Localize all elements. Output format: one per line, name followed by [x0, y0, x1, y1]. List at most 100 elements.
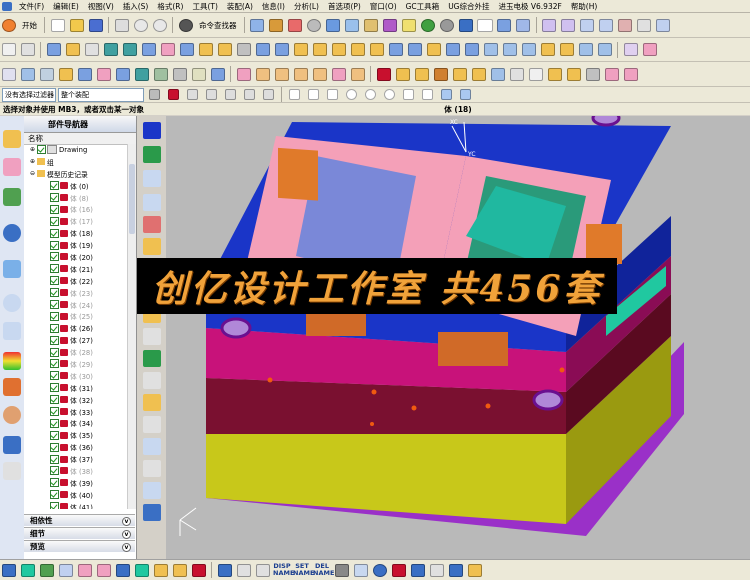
mold-ae-icon[interactable] [584, 66, 601, 83]
mold-j-icon[interactable] [171, 66, 188, 83]
snap-quad-icon[interactable] [381, 87, 398, 102]
part-navigator-icon[interactable] [3, 158, 21, 176]
arrow-icon[interactable] [0, 41, 17, 58]
intersect-icon[interactable] [235, 41, 252, 58]
box-view-icon[interactable] [325, 17, 342, 34]
snap-face-icon[interactable] [438, 87, 455, 102]
mold-ab-icon[interactable] [527, 66, 544, 83]
tree-row-body[interactable]: 体 (36) [24, 441, 128, 453]
view-book-icon[interactable] [143, 170, 161, 187]
synch-a-icon[interactable] [558, 41, 575, 58]
render-icon[interactable] [439, 17, 456, 34]
bottom-g-icon[interactable] [114, 562, 131, 579]
expand-icon[interactable]: ⊕ [30, 146, 35, 153]
document-icon[interactable] [3, 462, 21, 480]
save-icon[interactable] [87, 17, 104, 34]
mold-a-icon[interactable] [0, 66, 17, 83]
mold-c-icon[interactable] [38, 66, 55, 83]
bottom-u-icon[interactable] [466, 562, 483, 579]
tool-b-icon[interactable] [598, 17, 615, 34]
mold-p-icon[interactable] [292, 66, 309, 83]
checkbox-icon[interactable] [50, 335, 59, 345]
view-iso-icon[interactable] [143, 194, 161, 211]
extract-icon[interactable] [463, 41, 480, 58]
rotate-icon[interactable] [344, 17, 361, 34]
snap-cross-icon[interactable] [400, 87, 417, 102]
menu-preferences[interactable]: 首选项(P) [324, 1, 366, 12]
shell-icon[interactable] [292, 41, 309, 58]
bottom-f-icon[interactable] [95, 562, 112, 579]
patch-icon[interactable] [444, 41, 461, 58]
tree-row-body[interactable]: 体 (18) [24, 227, 128, 239]
checkbox-icon[interactable] [50, 181, 59, 191]
checkbox-icon[interactable] [50, 466, 59, 476]
filter-d-icon[interactable] [203, 87, 220, 102]
expand-icon[interactable]: ⊕ [30, 158, 35, 165]
checkbox-icon[interactable] [50, 454, 59, 464]
bottom-l-icon[interactable] [216, 562, 233, 579]
chevron-down-icon[interactable]: v [122, 543, 131, 552]
set-name-button[interactable]: SET NAME [293, 563, 314, 577]
checkbox-icon[interactable] [50, 228, 59, 238]
mold-d-icon[interactable] [57, 66, 74, 83]
mold-s-icon[interactable] [349, 66, 366, 83]
tool-tray-c-icon[interactable] [143, 416, 161, 433]
mold-f-icon[interactable] [95, 66, 112, 83]
mold-i-icon[interactable] [152, 66, 169, 83]
filter-a-icon[interactable] [146, 87, 163, 102]
filter-f-icon[interactable] [241, 87, 258, 102]
split-icon[interactable] [273, 41, 290, 58]
feature-icon[interactable] [287, 17, 304, 34]
checkbox-icon[interactable] [50, 323, 59, 333]
system-scenes-icon[interactable] [3, 436, 21, 454]
panel-preview[interactable]: 预览 v [24, 540, 135, 552]
resize-icon[interactable] [539, 41, 556, 58]
checkbox-icon[interactable] [50, 383, 59, 393]
tool-d-icon[interactable] [636, 17, 653, 34]
checkbox-icon[interactable] [50, 276, 59, 286]
graphics-window[interactable]: XC YC [166, 116, 750, 559]
mold-m-icon[interactable] [235, 66, 252, 83]
selection-scope-dropdown[interactable]: 整个装配 [58, 87, 144, 102]
tree-row-body[interactable]: 体 (25) [24, 310, 128, 322]
bottom-a-icon[interactable] [0, 562, 17, 579]
tree-row-body[interactable]: 体 (24) [24, 299, 128, 311]
synch-b-icon[interactable] [577, 41, 594, 58]
move-face-icon[interactable] [501, 41, 518, 58]
checkbox-icon[interactable] [50, 193, 59, 202]
layer-icon[interactable] [458, 17, 475, 34]
menu-tools[interactable]: 工具(T) [188, 1, 222, 12]
curve-a-icon[interactable] [622, 41, 639, 58]
curve-b-icon[interactable] [641, 41, 658, 58]
checkbox-icon[interactable] [50, 347, 59, 357]
replace-face-icon[interactable] [482, 41, 499, 58]
block-icon[interactable] [19, 41, 36, 58]
checkbox-icon[interactable] [50, 204, 59, 214]
checkbox-icon[interactable] [50, 264, 59, 274]
bottom-q-icon[interactable] [390, 562, 407, 579]
tree-row-body[interactable]: 体 (21) [24, 263, 128, 275]
mold-e-icon[interactable] [76, 66, 93, 83]
bottom-e-icon[interactable] [76, 562, 93, 579]
mold-h-icon[interactable] [133, 66, 150, 83]
disp-name-button[interactable]: DISP NAME [273, 563, 294, 577]
groove-icon[interactable] [159, 41, 176, 58]
blend-icon[interactable] [330, 41, 347, 58]
mold-o-icon[interactable] [273, 66, 290, 83]
tree-row-body[interactable]: 体 (28) [24, 346, 128, 358]
tool-tray-b-icon[interactable] [143, 328, 161, 345]
scroll-thumb[interactable] [129, 164, 135, 234]
menu-help[interactable]: 帮助(H) [567, 1, 603, 12]
assembly-navigator-icon[interactable] [3, 130, 21, 148]
menu-assembly[interactable]: 装配(A) [223, 1, 258, 12]
roles-icon[interactable] [3, 406, 21, 424]
menu-format[interactable]: 格式(R) [153, 1, 188, 12]
menu-file[interactable]: 文件(F) [15, 1, 49, 12]
bottom-c-icon[interactable] [38, 562, 55, 579]
selection-filter-dropdown[interactable]: 没有选择过滤器 [2, 87, 56, 102]
display-icon[interactable] [515, 17, 532, 34]
boss-icon[interactable] [102, 41, 119, 58]
sew-icon[interactable] [425, 41, 442, 58]
tree-row-body[interactable]: 体 (23) [24, 287, 128, 299]
draft-icon[interactable] [311, 41, 328, 58]
